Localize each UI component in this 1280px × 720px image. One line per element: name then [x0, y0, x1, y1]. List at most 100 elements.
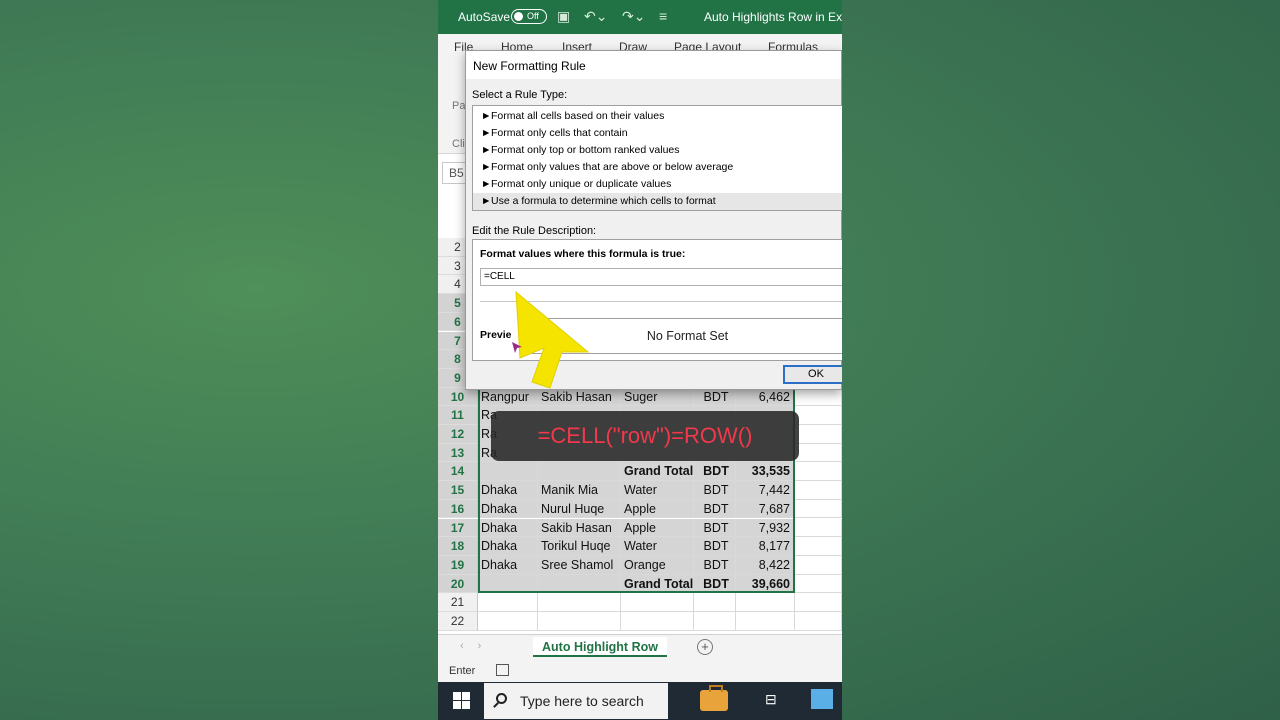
table-cell[interactable]: Dhaka	[478, 499, 538, 519]
table-cell[interactable]	[795, 387, 842, 407]
table-cell[interactable]: Apple	[621, 518, 694, 538]
table-cell[interactable]: 39,660	[736, 574, 795, 594]
table-cell[interactable]: 8,177	[736, 537, 795, 556]
table-cell[interactable]	[795, 425, 842, 444]
table-cell[interactable]: 7,687	[736, 499, 795, 519]
row-header[interactable]: 19	[438, 555, 478, 575]
table-cell[interactable]: Water	[621, 481, 694, 500]
formula-input[interactable]: =CELL	[480, 268, 842, 286]
row-header[interactable]: 18	[438, 537, 478, 556]
row-header[interactable]: 11	[438, 406, 478, 425]
table-cell[interactable]: 8,422	[736, 555, 795, 575]
rule-type-item[interactable]: ►Format only cells that contain	[473, 125, 842, 142]
save-icon[interactable]: ▣	[557, 8, 570, 25]
table-cell[interactable]	[538, 593, 621, 612]
row-header[interactable]: 20	[438, 574, 478, 594]
table-cell[interactable]: 7,932	[736, 518, 795, 538]
table-cell[interactable]	[694, 612, 736, 631]
table-cell[interactable]: BDT	[694, 518, 736, 538]
rule-type-item-selected[interactable]: ►Use a formula to determine which cells …	[473, 193, 842, 210]
table-cell[interactable]	[694, 593, 736, 612]
table-cell[interactable]	[736, 612, 795, 631]
table-cell[interactable]: Sakib Hasan	[538, 387, 621, 407]
table-cell[interactable]: BDT	[694, 499, 736, 519]
table-cell[interactable]: Apple	[621, 499, 694, 519]
table-cell[interactable]	[621, 593, 694, 612]
table-cell[interactable]	[538, 612, 621, 631]
table-cell[interactable]: Dhaka	[478, 555, 538, 575]
table-cell[interactable]: Dhaka	[478, 537, 538, 556]
table-cell[interactable]	[621, 612, 694, 631]
row-header[interactable]: 21	[438, 593, 478, 612]
table-cell[interactable]	[538, 574, 621, 594]
table-cell[interactable]: Sree Shamol	[538, 555, 621, 575]
table-cell[interactable]	[478, 462, 538, 482]
table-cell[interactable]	[795, 406, 842, 425]
row-header[interactable]: 15	[438, 481, 478, 500]
pc-app-icon[interactable]	[811, 689, 833, 709]
table-cell[interactable]: Grand Total	[621, 462, 694, 482]
row-header[interactable]: 13	[438, 443, 478, 463]
rule-type-item[interactable]: ►Format only unique or duplicate values	[473, 176, 842, 193]
table-cell[interactable]: Torikul Huqe	[538, 537, 621, 556]
table-cell[interactable]	[795, 462, 842, 482]
table-cell[interactable]: BDT	[694, 481, 736, 500]
row-header[interactable]: 12	[438, 425, 478, 444]
table-cell[interactable]: Suger	[621, 387, 694, 407]
rule-type-list: ►Format all cells based on their values …	[472, 105, 842, 211]
row-header[interactable]: 16	[438, 499, 478, 519]
autosave-toggle[interactable]: Off	[511, 9, 547, 24]
table-cell[interactable]: 6,462	[736, 387, 795, 407]
undo-icon[interactable]: ↶⌄	[584, 8, 607, 25]
table-cell[interactable]: Grand Total	[621, 574, 694, 594]
table-cell[interactable]	[795, 518, 842, 538]
table-cell[interactable]: BDT	[694, 462, 736, 482]
table-cell[interactable]	[795, 443, 842, 463]
paste-label-fragment: Pa	[452, 100, 466, 112]
taskbar-search-box[interactable]: Type here to search	[484, 683, 668, 719]
table-cell[interactable]: Dhaka	[478, 518, 538, 538]
table-cell[interactable]: 33,535	[736, 462, 795, 482]
table-cell[interactable]: Orange	[621, 555, 694, 575]
table-cell[interactable]: BDT	[694, 574, 736, 594]
table-cell[interactable]: Water	[621, 537, 694, 556]
task-view-icon[interactable]: ⊟	[765, 691, 783, 709]
table-cell[interactable]: BDT	[694, 387, 736, 407]
briefcase-icon[interactable]	[700, 685, 728, 711]
table-cell[interactable]	[795, 574, 842, 594]
table-cell[interactable]: Sakib Hasan	[538, 518, 621, 538]
row-header[interactable]: 10	[438, 387, 478, 407]
table-cell[interactable]	[795, 537, 842, 556]
table-cell[interactable]	[795, 612, 842, 631]
rule-type-item[interactable]: ►Format all cells based on their values	[473, 108, 842, 125]
table-cell[interactable]	[538, 462, 621, 482]
table-cell[interactable]	[795, 481, 842, 500]
table-cell[interactable]	[795, 555, 842, 575]
sheet-tab-active[interactable]: Auto Highlight Row	[533, 637, 667, 657]
customize-qat-icon[interactable]: ≡	[659, 8, 667, 24]
table-cell[interactable]	[795, 499, 842, 519]
rule-type-item[interactable]: ►Format only top or bottom ranked values	[473, 142, 842, 159]
row-header[interactable]: 22	[438, 612, 478, 631]
table-cell[interactable]: Manik Mia	[538, 481, 621, 500]
table-cell[interactable]	[795, 593, 842, 612]
table-cell[interactable]	[478, 612, 538, 631]
table-cell[interactable]	[736, 593, 795, 612]
redo-icon[interactable]: ↷⌄	[622, 8, 645, 25]
table-cell[interactable]	[478, 593, 538, 612]
table-cell[interactable]: BDT	[694, 555, 736, 575]
table-cell[interactable]: Nurul Huqe	[538, 499, 621, 519]
row-header[interactable]: 17	[438, 518, 478, 538]
rule-type-item[interactable]: ►Format only values that are above or be…	[473, 159, 842, 176]
table-cell[interactable]: Rangpur	[478, 387, 538, 407]
macro-record-icon[interactable]	[496, 664, 509, 676]
table-cell[interactable]: BDT	[694, 537, 736, 556]
table-cell[interactable]	[478, 574, 538, 594]
ok-button[interactable]: OK	[783, 365, 842, 384]
sheet-nav-arrows[interactable]: ‹›	[460, 640, 495, 652]
table-cell[interactable]: Dhaka	[478, 481, 538, 500]
table-cell[interactable]: 7,442	[736, 481, 795, 500]
windows-start-icon[interactable]	[453, 692, 470, 709]
row-header[interactable]: 14	[438, 462, 478, 482]
add-sheet-icon[interactable]: +	[697, 639, 713, 655]
